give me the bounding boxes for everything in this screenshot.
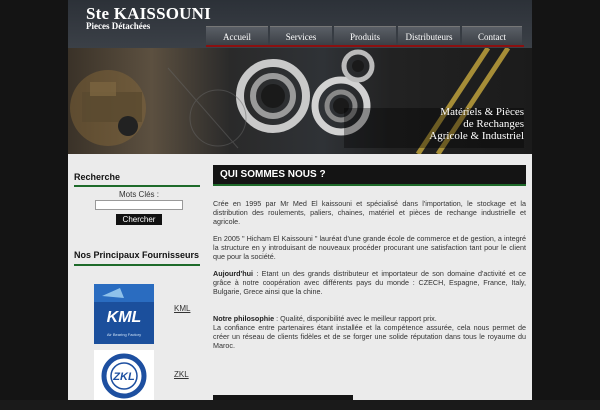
search-divider (74, 185, 200, 187)
paragraph-philosophy: Notre philosophie : Qualité, disponibili… (213, 314, 526, 323)
today-label: Aujourd'hui (213, 269, 254, 278)
left-margin (0, 0, 68, 400)
today-text: : Etant un des grands distributeur et im… (213, 269, 526, 296)
banner: Matériels & Pièces de Rechanges Agricole… (68, 48, 532, 154)
paragraph-trust: La confiance entre partenaires étant ins… (213, 323, 526, 350)
suppliers-title: Nos Principaux Fournisseurs (74, 250, 200, 260)
nav-produits[interactable]: Produits (334, 26, 396, 46)
philosophy-text: : Qualité, disponibilité avec le meilleu… (274, 314, 437, 323)
nav-services[interactable]: Services (270, 26, 332, 46)
supplier-link-zkl[interactable]: ZKL (174, 370, 189, 379)
right-margin (532, 0, 600, 400)
zkl-logo-text: ZKL (112, 371, 135, 383)
search-title: Recherche (74, 172, 121, 182)
main-heading-underline (213, 184, 526, 186)
nav-distributeurs[interactable]: Distributeurs (398, 26, 460, 46)
nav-underline (206, 45, 524, 47)
supplier-link-kml[interactable]: KML (174, 304, 190, 313)
main-heading: QUI SOMMES NOUS ? (213, 165, 526, 184)
search-input[interactable] (95, 200, 183, 210)
kml-logo[interactable]: KML Air Bearing Factory (94, 284, 154, 344)
search-box: Recherche Mots Clés : Chercher (74, 172, 204, 225)
kml-logo-sub: Air Bearing Factory (107, 332, 141, 337)
site-subtitle: Pieces Détachées (86, 21, 151, 31)
page: Ste KAISSOUNI Pieces Détachées Accueil S… (0, 0, 600, 400)
paragraph-history: Crée en 1995 par Mr Med El kaissouni et … (213, 199, 526, 226)
philosophy-label: Notre philosophie (213, 314, 275, 323)
banner-line-1: Matériels & Pièces (440, 106, 524, 118)
nav-contact[interactable]: Contact (462, 26, 522, 46)
paragraph-2005: En 2005 " Hicham El Kaissouni " lauréat … (213, 234, 526, 261)
banner-line-2: de Rechanges (463, 118, 524, 130)
zkl-logo[interactable]: ZKL (94, 350, 154, 410)
banner-text: Matériels & Pièces de Rechanges Agricole… (429, 106, 524, 142)
suppliers-divider (74, 264, 200, 266)
nav-accueil[interactable]: Accueil (206, 26, 268, 46)
main-nav: Accueil Services Produits Distributeurs … (206, 26, 524, 46)
kml-logo-text: KML (107, 309, 142, 326)
search-button[interactable]: Chercher (116, 214, 162, 225)
paragraph-today: Aujourd'hui : Etant un des grands distri… (213, 269, 526, 296)
suppliers-box: Nos Principaux Fournisseurs (74, 250, 204, 266)
search-label: Mots Clés : (118, 190, 159, 199)
next-section-header (213, 395, 353, 400)
banner-line-3: Agricole & Industriel (429, 130, 524, 142)
main-text: Crée en 1995 par Mr Med El kaissouni et … (213, 199, 526, 358)
